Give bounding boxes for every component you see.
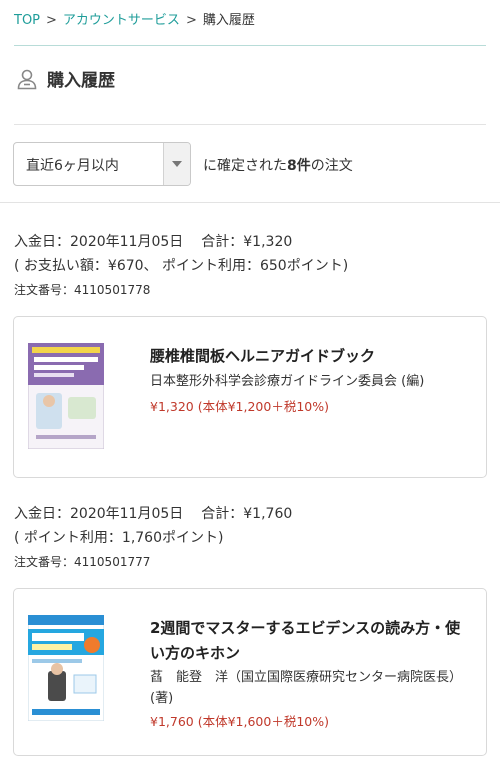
breadcrumb-account-link[interactable]: アカウントサービス: [63, 13, 180, 28]
book-title[interactable]: 2週間でマスターするエビデンスの読み方・使い方のキホン: [150, 616, 472, 666]
order-number: 4110501777: [74, 555, 151, 569]
payment-breakdown: ( ポイント利用：1,760ポイント): [14, 530, 224, 546]
book-cover-image: [27, 614, 105, 722]
filter-divider: [0, 202, 500, 203]
order-count-summary: に確定された8件の注文: [203, 155, 353, 175]
period-select-value: 直近6ヶ月以内: [26, 158, 119, 174]
order-number-label: 注文番号：: [14, 283, 75, 297]
book-author: 萏 能登 洋（国立国際医療研究センター病院医長）(著): [150, 670, 463, 706]
book-author: 日本整形外科学会診療ガイドライン委員会 (編): [150, 374, 425, 389]
paid-date: 2020年11月05日: [70, 506, 184, 522]
paid-date-label: 入金日：: [14, 234, 70, 250]
breadcrumb-top-link[interactable]: TOP: [14, 13, 40, 28]
breadcrumb-separator: >: [46, 13, 57, 28]
order-meta: 入金日：2020年11月05日 合計：¥1,760 ( ポイント利用：1,760ポ…: [14, 502, 292, 574]
paid-date: 2020年11月05日: [70, 234, 184, 250]
breadcrumb-divider: [14, 45, 486, 46]
user-icon: [16, 68, 38, 90]
summary-text-before: に確定された: [203, 158, 287, 174]
total-label: 合計：: [201, 234, 244, 250]
order-total: ¥1,320: [243, 234, 293, 250]
purchase-history-page: TOP > アカウントサービス > 購入履歴 購入履歴 直近6ヶ月以内 に確定された8件…: [0, 0, 500, 764]
book-title[interactable]: 腰椎椎間板ヘルニアガイドブック: [150, 344, 472, 369]
page-title: 購入履歴: [47, 71, 115, 91]
breadcrumb: TOP > アカウントサービス > 購入履歴: [14, 9, 255, 28]
title-divider: [14, 124, 486, 125]
period-select[interactable]: 直近6ヶ月以内: [13, 142, 191, 186]
paid-date-label: 入金日：: [14, 506, 70, 522]
book-price: ¥1,320 (本体¥1,200＋税10%): [150, 399, 329, 414]
chevron-down-icon: [163, 143, 190, 185]
breadcrumb-current: 購入履歴: [202, 13, 255, 28]
order-total: ¥1,760: [243, 506, 293, 522]
total-label: 合計：: [201, 506, 244, 522]
page-header: 購入履歴: [16, 66, 115, 91]
order-count: 8件: [287, 158, 311, 174]
order-meta: 入金日：2020年11月05日 合計：¥1,320 ( お支払い額：¥670、 ポ…: [14, 230, 348, 302]
order-number-label: 注文番号：: [14, 555, 75, 569]
order-item-card[interactable]: 腰椎椎間板ヘルニアガイドブック 日本整形外科学会診療ガイドライン委員会 (編) …: [13, 316, 487, 478]
summary-text-after: の注文: [310, 158, 353, 174]
payment-breakdown: ( お支払い額：¥670、 ポイント利用：650ポイント): [14, 258, 349, 274]
book-cover-image: [27, 342, 105, 450]
order-item-card[interactable]: 2週間でマスターするエビデンスの読み方・使い方のキホン 萏 能登 洋（国立国際医…: [13, 588, 487, 756]
order-number: 4110501778: [74, 283, 151, 297]
book-price: ¥1,760 (本体¥1,600＋税10%): [150, 714, 329, 729]
breadcrumb-separator: >: [185, 13, 197, 28]
